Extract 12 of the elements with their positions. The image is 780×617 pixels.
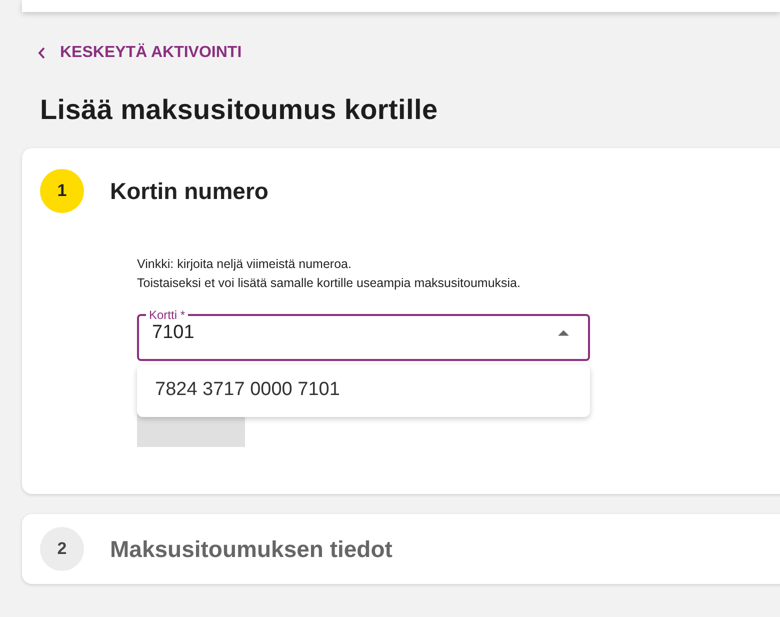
step-title: Kortin numero	[110, 178, 268, 204]
page-title: Lisää maksusitoumus kortille	[40, 94, 439, 126]
step-number: 2	[40, 527, 84, 571]
dropdown-option[interactable]: 7824 3717 0000 7101	[137, 379, 590, 401]
step-number: 1	[40, 169, 84, 213]
caret-up-icon[interactable]	[558, 330, 569, 336]
back-link[interactable]: KESKEYTÄ AKTIVOINTI	[38, 44, 242, 62]
step-title: Maksusitoumuksen tiedot	[110, 536, 392, 562]
hint-text: Toistaiseksi et voi lisätä samalle kortille useampia maksusitoumuksia.	[137, 276, 522, 290]
hint-text: Vinkki: kirjoita neljä viimeistä numeroa.	[137, 257, 352, 271]
card-select-field[interactable]: Kortti * 7101	[137, 308, 590, 361]
chevron-left-icon	[38, 47, 46, 59]
